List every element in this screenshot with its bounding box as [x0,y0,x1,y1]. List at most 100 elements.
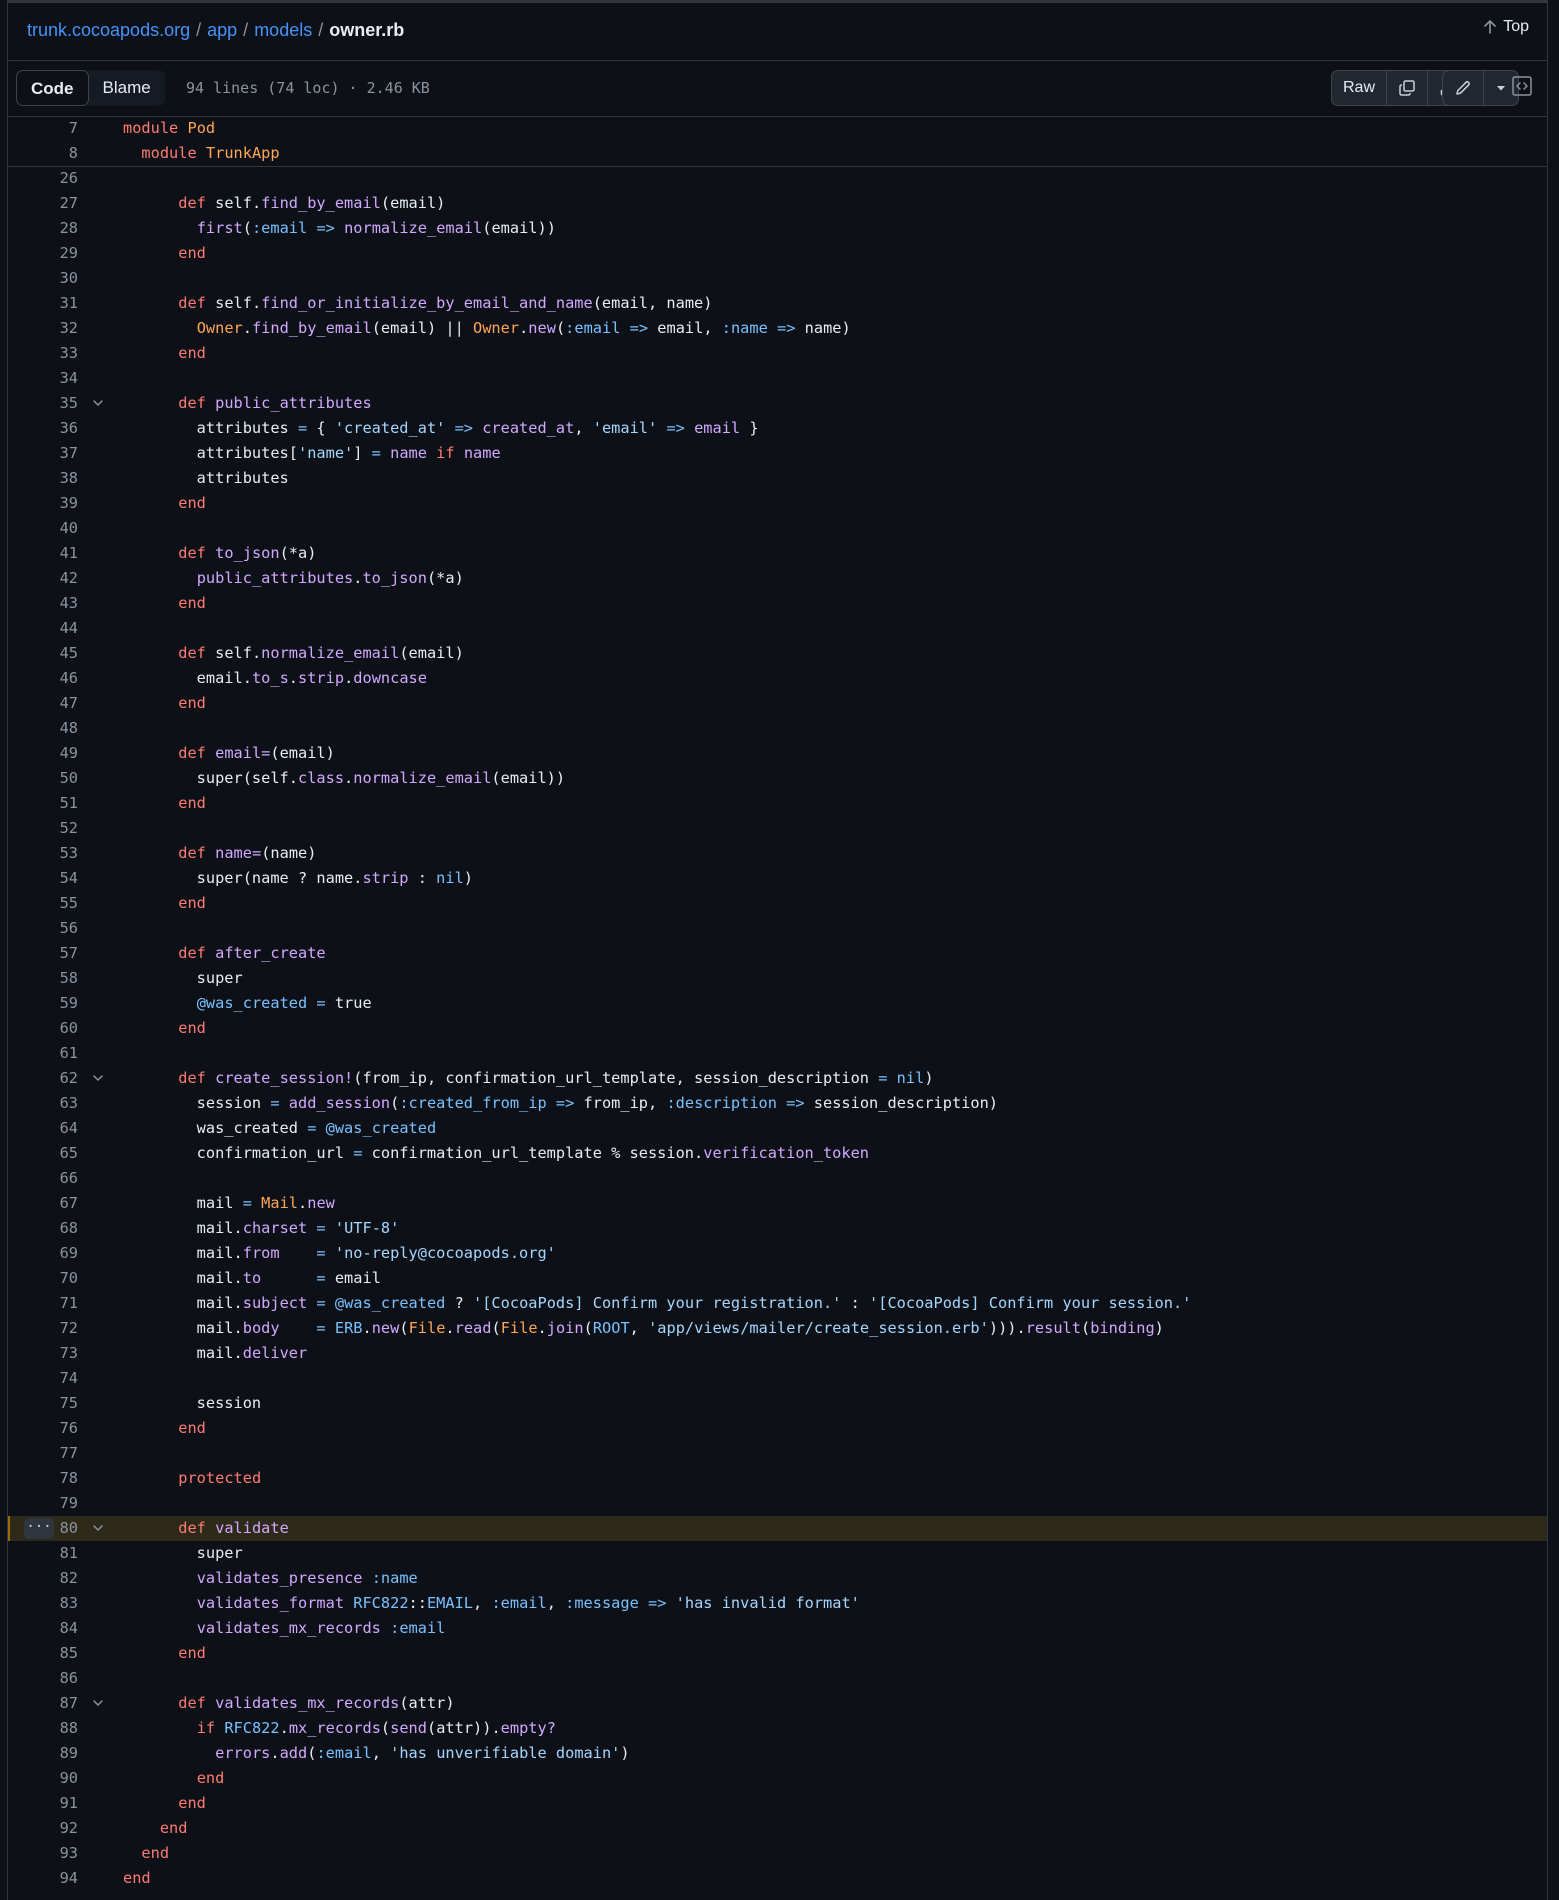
line-number[interactable]: 30 [8,266,78,291]
line-number[interactable]: 36 [8,416,78,441]
line-number[interactable]: 31 [8,291,78,316]
line-number[interactable]: 67 [8,1191,78,1216]
code-line-44: 44 [8,616,1547,641]
line-number[interactable]: 40 [8,516,78,541]
code-line-text: mail.deliver [123,1344,308,1362]
code-line-29: 29 end [8,241,1547,266]
code-line-65: 65 confirmation_url = confirmation_url_t… [8,1141,1547,1166]
line-number[interactable]: 57 [8,941,78,966]
line-number[interactable]: 68 [8,1216,78,1241]
line-number[interactable]: 59 [8,991,78,1016]
line-number[interactable]: 64 [8,1116,78,1141]
code-line-text: public_attributes.to_json(*a) [196,569,464,587]
line-number[interactable]: 83 [8,1591,78,1616]
line-number[interactable]: 53 [8,841,78,866]
line-number[interactable]: 8 [8,141,78,166]
line-number[interactable]: 74 [8,1366,78,1391]
line-number[interactable]: 75 [8,1391,78,1416]
line-number[interactable]: 54 [8,866,78,891]
line-number[interactable]: 62 [8,1066,78,1091]
code-line-text: end [178,1644,206,1662]
code-line-text: validates_format RFC822::EMAIL, :email, … [196,1594,860,1612]
line-number[interactable]: 47 [8,691,78,716]
line-number[interactable]: 38 [8,466,78,491]
line-number[interactable]: 71 [8,1291,78,1316]
line-number[interactable]: 60 [8,1016,78,1041]
line-number[interactable]: 93 [8,1841,78,1866]
line-number[interactable]: 27 [8,191,78,216]
line-number[interactable]: 69 [8,1241,78,1266]
symbols-panel-toggle[interactable] [1511,75,1537,101]
line-number[interactable]: 43 [8,591,78,616]
line-number[interactable]: 92 [8,1816,78,1841]
line-number[interactable]: 61 [8,1041,78,1066]
line-number[interactable]: 88 [8,1716,78,1741]
line-number[interactable]: 87 [8,1691,78,1716]
line-number[interactable]: 37 [8,441,78,466]
breadcrumb-models-link[interactable]: models [254,20,312,40]
raw-button[interactable]: Raw [1332,71,1387,105]
line-number[interactable]: 81 [8,1541,78,1566]
line-number[interactable]: 80 [8,1516,78,1541]
code-line-text: errors.add(:email, 'has unverifiable dom… [215,1744,630,1762]
line-number[interactable]: 84 [8,1616,78,1641]
line-number[interactable]: 49 [8,741,78,766]
line-number[interactable]: 76 [8,1416,78,1441]
copy-raw-button[interactable] [1387,71,1428,105]
line-number[interactable]: 55 [8,891,78,916]
line-number[interactable]: 41 [8,541,78,566]
line-number[interactable]: 70 [8,1266,78,1291]
edit-button[interactable] [1443,71,1484,105]
line-number[interactable]: 90 [8,1766,78,1791]
code-line-36: 36 attributes = { 'created_at' => create… [8,416,1547,441]
code-line-text: def name=(name) [178,844,317,862]
line-number[interactable]: 63 [8,1091,78,1116]
line-number[interactable]: 73 [8,1341,78,1366]
tab-blame[interactable]: Blame [89,70,165,106]
line-number[interactable]: 58 [8,966,78,991]
code-line-60: 60 end [8,1016,1547,1041]
line-number[interactable]: 29 [8,241,78,266]
tab-code[interactable]: Code [16,70,89,106]
line-number[interactable]: 7 [8,116,78,141]
line-number[interactable]: 65 [8,1141,78,1166]
line-number[interactable]: 44 [8,616,78,641]
code-line-text: def to_json(*a) [178,544,317,562]
line-number[interactable]: 51 [8,791,78,816]
code-line-text: end [123,1869,151,1887]
breadcrumb-app-link[interactable]: app [207,20,237,40]
top-button[interactable]: Top [1483,18,1529,36]
code-square-icon [1512,76,1532,96]
line-number[interactable]: 33 [8,341,78,366]
line-number[interactable]: 56 [8,916,78,941]
line-number[interactable]: 42 [8,566,78,591]
line-number[interactable]: 86 [8,1666,78,1691]
line-number[interactable]: 50 [8,766,78,791]
line-number[interactable]: 39 [8,491,78,516]
line-number[interactable]: 85 [8,1641,78,1666]
line-number[interactable]: 48 [8,716,78,741]
line-number[interactable]: 72 [8,1316,78,1341]
line-number[interactable]: 52 [8,816,78,841]
line-number[interactable]: 77 [8,1441,78,1466]
breadcrumb-repo-link[interactable]: trunk.cocoapods.org [27,20,190,40]
triangle-down-icon [1497,86,1505,91]
line-number[interactable]: 32 [8,316,78,341]
code-line-text: end [178,594,206,612]
code-line-text: validates_presence :name [196,1569,418,1587]
line-number[interactable]: 82 [8,1566,78,1591]
line-number[interactable]: 91 [8,1791,78,1816]
line-number[interactable]: 46 [8,666,78,691]
code-line-text: end [196,1769,225,1787]
code-line-74: 74 [8,1366,1547,1391]
line-number[interactable]: 79 [8,1491,78,1516]
line-number[interactable]: 28 [8,216,78,241]
line-number[interactable]: 89 [8,1741,78,1766]
line-number[interactable]: 45 [8,641,78,666]
line-number[interactable]: 66 [8,1166,78,1191]
line-number[interactable]: 34 [8,366,78,391]
line-number[interactable]: 78 [8,1466,78,1491]
line-number[interactable]: 94 [8,1866,78,1891]
line-number[interactable]: 35 [8,391,78,416]
line-number[interactable]: 26 [8,166,78,191]
